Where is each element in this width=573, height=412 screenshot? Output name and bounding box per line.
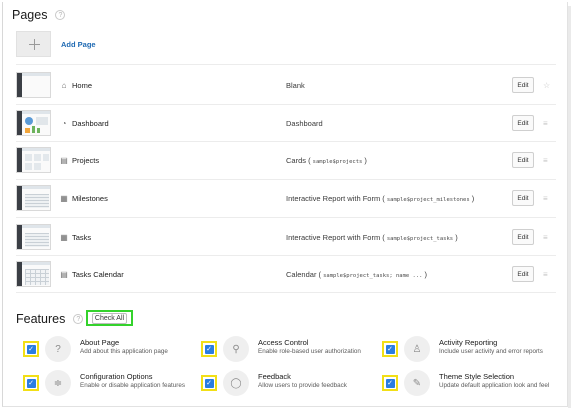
page-type: Interactive Report with Form ( sample$pr… [286, 193, 475, 203]
page-thumbnail [16, 185, 51, 211]
pages-heading: Pages ? [12, 8, 66, 22]
page-type: Blank [286, 80, 305, 90]
page-name: Milestones [72, 193, 108, 203]
checkmark-icon: ✓ [26, 344, 36, 354]
edit-button[interactable]: Edit [512, 190, 534, 206]
feature-description: Update default application look and feel [439, 382, 550, 389]
drag-handle-icon[interactable]: ≡ [543, 156, 548, 165]
add-page-plus-icon[interactable] [16, 31, 51, 57]
edit-button[interactable]: Edit [512, 152, 534, 168]
page-thumbnail [16, 110, 51, 136]
feature-feedback: ✓ ◯ Feedback Allow users to provide feed… [201, 370, 347, 396]
cards-icon: ▤ [60, 155, 68, 165]
page-row-tasks: ▦ Tasks Interactive Report with Form ( s… [16, 224, 556, 250]
edit-button[interactable]: Edit [512, 229, 534, 245]
brush-icon: ✎ [404, 370, 430, 396]
page-row-dashboard: ◔ Dashboard Dashboard Edit ≡ [16, 110, 556, 136]
divider [16, 64, 556, 65]
drag-handle-icon[interactable]: ≡ [543, 119, 548, 128]
page-name: Tasks [72, 232, 92, 242]
page-thumbnail [16, 147, 51, 173]
help-icon[interactable]: ? [73, 314, 84, 324]
feature-theme-style-selection: ✓ ✎ Theme Style Selection Update default… [382, 370, 559, 396]
feature-title: Feedback [258, 372, 291, 381]
checkmark-icon: ✓ [26, 378, 36, 388]
check-all-button[interactable]: Check All [86, 310, 133, 326]
page-thumbnail [16, 261, 51, 287]
feature-about-page: ✓ ? About Page Add about this applicatio… [23, 336, 168, 362]
checkmark-icon: ✓ [385, 344, 395, 354]
feature-checkbox[interactable]: ✓ [23, 375, 39, 391]
features-heading: Features ? [16, 312, 84, 326]
page-row-tasks-calendar: ▤ Tasks Calendar Calendar ( sample$proje… [16, 261, 556, 287]
feature-description: Include user activity and error reports [439, 348, 543, 355]
edit-button[interactable]: Edit [512, 266, 534, 282]
question-icon: ? [45, 336, 71, 362]
edit-button[interactable]: Edit [512, 77, 534, 93]
feature-title: Theme Style Selection [439, 372, 515, 381]
table-icon: ▦ [60, 232, 68, 242]
key-icon: ⚲ [223, 336, 249, 362]
panel-shadow [568, 6, 571, 408]
star-icon[interactable]: ☆ [543, 81, 550, 90]
page-name: Dashboard [72, 118, 109, 128]
drag-handle-icon[interactable]: ≡ [543, 233, 548, 242]
feature-checkbox[interactable]: ✓ [382, 341, 398, 357]
divider [16, 104, 556, 105]
dashboard-icon: ◔ [61, 118, 67, 128]
feature-description: Add about this application page [80, 348, 168, 355]
feature-description: Enable or disable application features [80, 382, 186, 389]
help-icon[interactable]: ? [55, 10, 66, 20]
page-type: Calendar ( sample$project_tasks; name ..… [286, 269, 428, 279]
page-type: Dashboard [286, 118, 323, 128]
feature-checkbox[interactable]: ✓ [201, 341, 217, 357]
page-type: Interactive Report with Form ( sample$pr… [286, 232, 458, 242]
feature-title: About Page [80, 338, 120, 347]
feature-configuration-options: ✓ ≑ Configuration Options Enable or disa… [23, 370, 185, 396]
calendar-icon: ▤ [60, 269, 68, 279]
page-name: Tasks Calendar [72, 269, 124, 279]
chat-bubble-icon: ◯ [223, 370, 249, 396]
feature-access-control: ✓ ⚲ Access Control Enable role-based use… [201, 336, 361, 362]
divider [16, 179, 556, 180]
feature-checkbox[interactable]: ✓ [382, 375, 398, 391]
home-icon: ⌂ [61, 80, 67, 90]
feature-checkbox[interactable]: ✓ [201, 375, 217, 391]
drag-handle-icon[interactable]: ≡ [543, 194, 548, 203]
pages-title: Pages [12, 8, 48, 22]
sliders-icon: ≑ [45, 370, 71, 396]
feature-description: Enable role-based user authorization [258, 348, 361, 355]
divider [16, 255, 556, 256]
table-icon: ▦ [60, 193, 68, 203]
divider [16, 292, 556, 293]
add-page-link[interactable]: Add Page [61, 40, 96, 49]
checkmark-icon: ✓ [204, 378, 214, 388]
drag-handle-icon[interactable]: ≡ [543, 270, 548, 279]
page-thumbnail [16, 72, 51, 98]
feature-description: Allow users to provide feedback [258, 382, 347, 389]
feature-checkbox[interactable]: ✓ [23, 341, 39, 357]
page-name: Projects [72, 155, 100, 165]
checkmark-icon: ✓ [385, 378, 395, 388]
page-row-milestones: ▦ Milestones Interactive Report with For… [16, 185, 556, 211]
page-row-home: ⌂ Home Blank Edit ☆ [16, 72, 556, 98]
feature-title: Configuration Options [80, 372, 153, 381]
divider [16, 217, 556, 218]
page-type: Cards ( sample$projects ) [286, 155, 367, 165]
page-name: Home [72, 80, 93, 90]
feature-title: Access Control [258, 338, 309, 347]
feature-activity-reporting: ✓ ♙ Activity Reporting Include user acti… [382, 336, 543, 362]
checkmark-icon: ✓ [204, 344, 214, 354]
edit-button[interactable]: Edit [512, 115, 534, 131]
user-activity-icon: ♙ [404, 336, 430, 362]
add-page-row[interactable]: Add Page [16, 31, 96, 57]
features-title: Features [16, 312, 66, 326]
feature-title: Activity Reporting [439, 338, 498, 347]
page-row-projects: ▤ Projects Cards ( sample$projects ) Edi… [16, 147, 556, 173]
page-thumbnail [16, 224, 51, 250]
divider [16, 141, 556, 142]
